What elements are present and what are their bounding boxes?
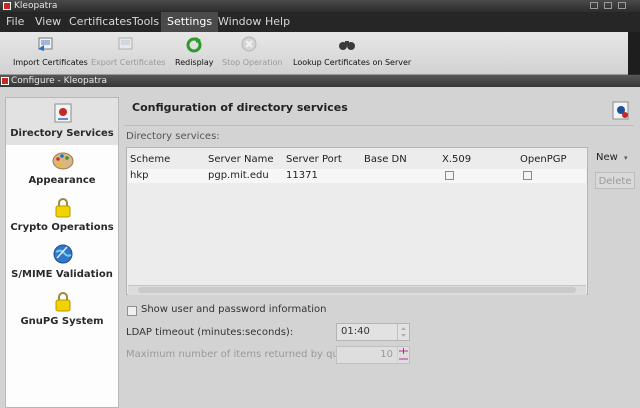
- delete-button[interactable]: Delete: [595, 172, 635, 189]
- openpgp-checkbox[interactable]: [523, 171, 532, 180]
- directory-icon: [54, 103, 72, 123]
- lock-icon: [55, 198, 71, 218]
- menu-settings[interactable]: Settings: [161, 12, 219, 32]
- palette-icon: [52, 152, 74, 170]
- ldap-timeout-spin-buttons[interactable]: [397, 324, 409, 340]
- menu-view[interactable]: View: [29, 12, 67, 32]
- max-items-field[interactable]: 10: [336, 346, 410, 364]
- table-horizontal-scrollbar[interactable]: [128, 285, 586, 295]
- show-user-password-label[interactable]: Show user and password information: [141, 304, 327, 315]
- column-header-server-port[interactable]: Server Port: [286, 154, 342, 165]
- lock-icon: [55, 292, 71, 312]
- show-user-password-checkbox[interactable]: [127, 306, 137, 316]
- menu-file[interactable]: File: [0, 12, 30, 32]
- column-header-base-dn[interactable]: Base DN: [364, 154, 407, 165]
- sidebar-item-label: Crypto Operations: [10, 222, 114, 233]
- sidebar-item-gnupg-system[interactable]: GnuPG System: [6, 286, 118, 333]
- sidebar-item-directory-services[interactable]: Directory Services: [6, 98, 118, 145]
- sidebar-item-label: GnuPG System: [20, 316, 104, 327]
- maximize-icon[interactable]: [604, 2, 612, 9]
- spin-plus-minus-icon: [399, 348, 408, 360]
- directory-services-table[interactable]: Scheme Server Name Server Port Base DN X…: [126, 147, 588, 295]
- ldap-timeout-field[interactable]: 01:40: [336, 323, 410, 341]
- globe-icon: [53, 244, 73, 264]
- max-items-spin-buttons[interactable]: [397, 347, 409, 363]
- max-items-label: Maximum number of items returned by quer…: [126, 349, 358, 360]
- header-divider: [124, 125, 634, 126]
- sidebar-item-label: Directory Services: [10, 128, 114, 139]
- new-button[interactable]: New ▾: [596, 149, 634, 167]
- binoculars-icon: [339, 41, 355, 50]
- import-certificates-button[interactable]: Import Certificates: [8, 32, 88, 74]
- menu-help[interactable]: Help: [259, 12, 296, 32]
- import-certificates-label: Import Certificates: [13, 58, 88, 67]
- max-items-value[interactable]: 10: [380, 349, 393, 360]
- ldap-timeout-value[interactable]: 01:40: [341, 326, 370, 337]
- column-header-scheme[interactable]: Scheme: [130, 154, 170, 165]
- kleopatra-dialog-icon: [1, 77, 9, 85]
- minimize-icon[interactable]: [590, 2, 598, 9]
- sidebar-item-crypto-operations[interactable]: Crypto Operations: [6, 192, 118, 239]
- directory-header-icon: [612, 101, 629, 120]
- new-button-label: New: [596, 152, 618, 163]
- cell-server-name[interactable]: pgp.mit.edu: [208, 170, 269, 181]
- close-icon[interactable]: [618, 2, 626, 9]
- table-row[interactable]: [128, 169, 586, 183]
- sidebar-item-appearance[interactable]: Appearance: [6, 145, 118, 192]
- config-sidebar: Directory Services Appearance Crypto Ope…: [5, 97, 119, 408]
- stop-operation-label: Stop Operation: [222, 58, 283, 67]
- lookup-certificates-label: Lookup Certificates on Server: [293, 58, 412, 67]
- column-header-x509[interactable]: X.509: [442, 154, 471, 165]
- main-window-titlebar: Kleopatra: [0, 0, 640, 12]
- main-window-scrollbar[interactable]: [628, 32, 640, 74]
- sidebar-item-label: Appearance: [28, 175, 96, 186]
- dialog-titlebar: Configure - Kleopatra: [0, 75, 640, 87]
- column-header-openpgp[interactable]: OpenPGP: [520, 154, 567, 165]
- column-header-server-name[interactable]: Server Name: [208, 154, 273, 165]
- export-icon: [118, 37, 133, 50]
- kleopatra-app-icon: [3, 2, 11, 10]
- directory-services-label: Directory services:: [126, 131, 220, 142]
- refresh-icon: [186, 37, 202, 53]
- menu-tools[interactable]: Tools: [126, 12, 165, 32]
- scrollbar-thumb[interactable]: [138, 287, 576, 293]
- dialog-title: Configure - Kleopatra: [11, 76, 108, 86]
- main-window-title: Kleopatra: [14, 1, 58, 11]
- import-icon: [38, 37, 53, 51]
- export-certificates-button[interactable]: Export Certificates: [88, 32, 166, 74]
- chevron-down-icon: ▾: [624, 154, 628, 162]
- stop-icon: [241, 36, 257, 52]
- export-certificates-label: Export Certificates: [91, 58, 166, 67]
- main-toolbar: Import Certificates Export Certificates …: [0, 32, 628, 75]
- x509-checkbox[interactable]: [445, 171, 454, 180]
- page-title: Configuration of directory services: [132, 101, 348, 114]
- cell-server-port[interactable]: 11371: [286, 170, 318, 181]
- redisplay-button[interactable]: Redisplay: [172, 32, 216, 74]
- sidebar-item-label: S/MIME Validation: [11, 269, 113, 280]
- ldap-timeout-label: LDAP timeout (minutes:seconds):: [126, 327, 294, 338]
- stop-operation-button[interactable]: Stop Operation: [220, 32, 283, 74]
- sidebar-item-smime-validation[interactable]: S/MIME Validation: [6, 239, 118, 286]
- spin-arrows-icon: [401, 327, 406, 337]
- menu-bar: File View Certificates Tools Settings Wi…: [0, 12, 640, 32]
- lookup-certificates-button[interactable]: Lookup Certificates on Server: [290, 32, 412, 74]
- cell-scheme[interactable]: hkp: [130, 170, 148, 181]
- redisplay-label: Redisplay: [175, 58, 214, 67]
